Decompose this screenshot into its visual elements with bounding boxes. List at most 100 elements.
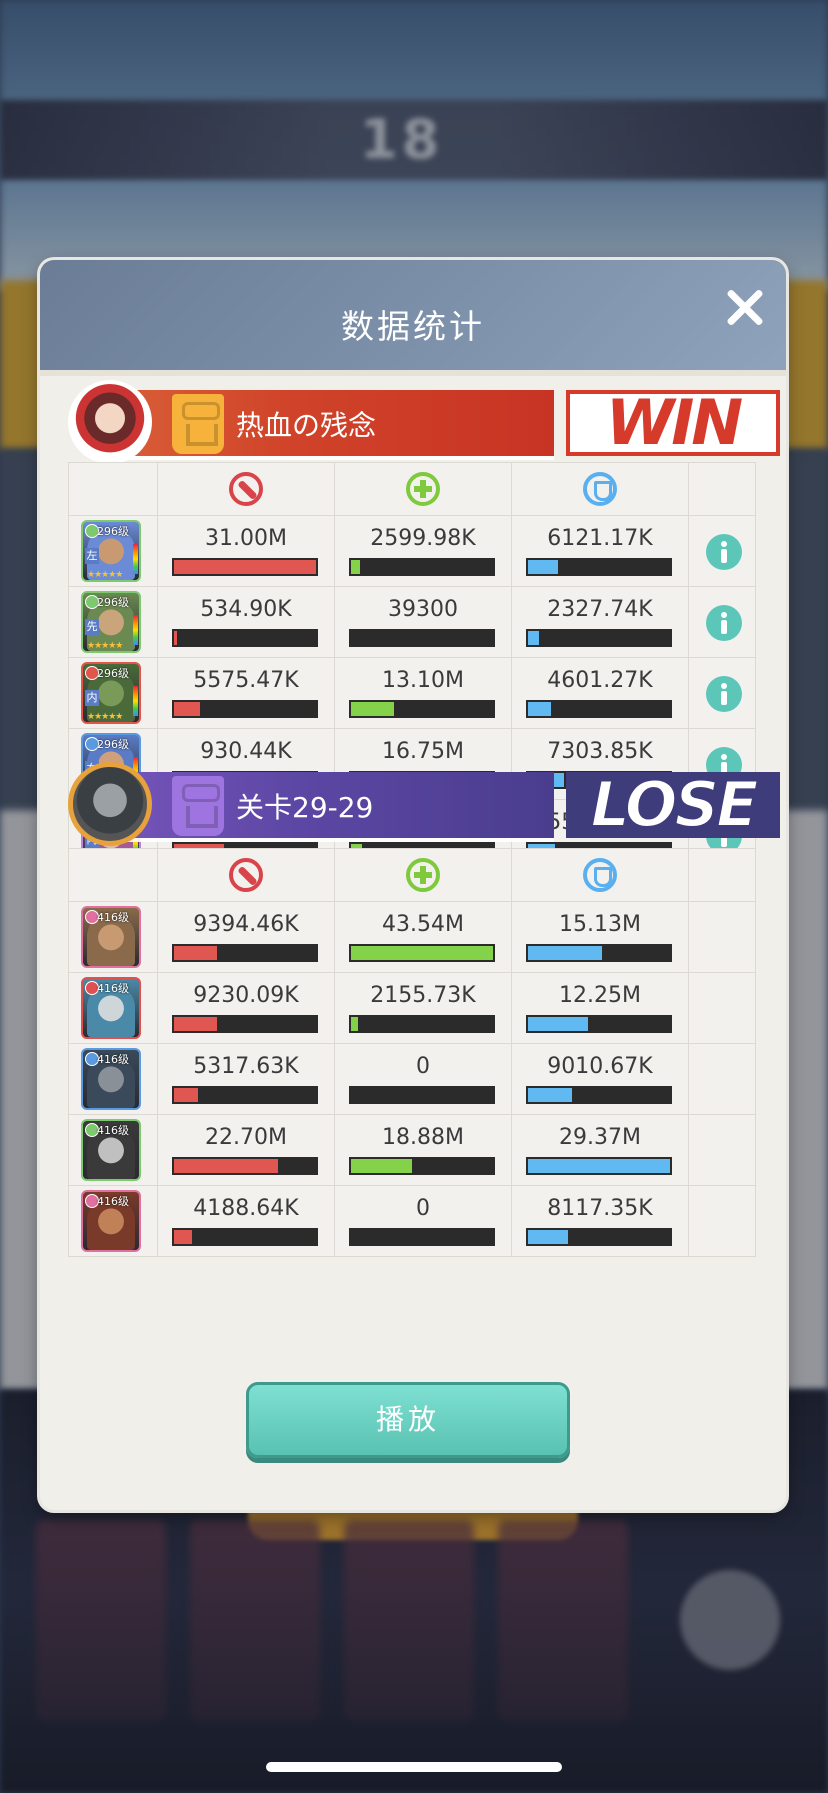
- bar-fill: [174, 1230, 193, 1244]
- hero-level: 416级: [97, 1195, 129, 1208]
- damage-bar: [172, 1228, 318, 1246]
- bar-fill: [174, 1017, 217, 1031]
- bar-fill: [351, 1017, 359, 1031]
- hero-portrait[interactable]: 296级左 ★★★★★: [81, 520, 141, 582]
- damage-bar: [172, 1086, 318, 1104]
- bar-fill: [174, 560, 316, 574]
- defense-bar: [526, 944, 672, 962]
- bar-fill: [351, 560, 360, 574]
- hero-rank-strip: [133, 544, 138, 574]
- bar-fill: [528, 1017, 588, 1031]
- info-icon[interactable]: [706, 676, 742, 712]
- heal-value: 39300: [388, 597, 458, 622]
- hero-rank-strip: [133, 615, 138, 645]
- table-row: 416级 9394.46K 43.54M 15.13M: [68, 901, 756, 973]
- hero-level: 416级: [97, 1053, 129, 1066]
- table-row: 296级内 ★★★★★ 5575.47K 13.10M 4601.27K: [68, 657, 756, 729]
- defense-bar: [526, 1086, 672, 1104]
- hero-level: 296级: [97, 525, 129, 538]
- defense-value: 9010.67K: [547, 1054, 653, 1079]
- info-icon[interactable]: [706, 534, 742, 570]
- stats-table-team2: 416级 9394.46K 43.54M 15.13M 416级 9230.09K 2155…: [68, 848, 756, 1257]
- bar-fill: [528, 1159, 670, 1173]
- table-row: 296级先 ★★★★★ 534.90K 39300 2327.74K: [68, 586, 756, 658]
- hero-rank-strip: [133, 686, 138, 716]
- defense-value: 7303.85K: [547, 739, 653, 764]
- team-flag-icon: [172, 776, 224, 836]
- heal-value: 0: [416, 1054, 430, 1079]
- defense-icon: [583, 858, 617, 892]
- hero-portrait[interactable]: 416级: [81, 1190, 141, 1252]
- table-row: 416级 9230.09K 2155.73K 12.25M: [68, 972, 756, 1044]
- damage-bar: [172, 944, 318, 962]
- bar-fill: [528, 1230, 568, 1244]
- hero-portrait[interactable]: 416级: [81, 1048, 141, 1110]
- defense-value: 15.13M: [559, 912, 641, 937]
- hero-position-tag: 左: [85, 548, 99, 564]
- bar-fill: [174, 631, 177, 645]
- result-badge-win: WIN: [566, 390, 780, 456]
- heal-bar: [349, 1228, 495, 1246]
- stats-dialog: 数据统计 热血の残念 WIN 296级左 ★★★★★ 31.00M 2599.98K 6…: [40, 260, 786, 1510]
- stats-header-row: [68, 462, 756, 516]
- bar-fill: [351, 1159, 413, 1173]
- close-icon[interactable]: [720, 282, 770, 332]
- home-indicator[interactable]: [266, 1762, 562, 1772]
- hero-stars-icon: ★★★★★: [87, 641, 123, 651]
- bar-fill: [174, 702, 200, 716]
- bar-fill: [174, 1159, 278, 1173]
- heal-bar: [349, 1086, 495, 1104]
- heal-value: 16.75M: [382, 739, 464, 764]
- info-icon[interactable]: [706, 605, 742, 641]
- hero-portrait[interactable]: 416级: [81, 1119, 141, 1181]
- defense-bar: [526, 629, 672, 647]
- table-row: 296级左 ★★★★★ 31.00M 2599.98K 6121.17K: [68, 515, 756, 587]
- play-button[interactable]: 播放: [246, 1382, 570, 1458]
- heal-bar: [349, 558, 495, 576]
- damage-icon: [229, 472, 263, 506]
- hero-portrait[interactable]: 416级: [81, 906, 141, 968]
- defense-value: 8117.35K: [547, 1196, 653, 1221]
- team-name: 热血の残念: [236, 409, 377, 442]
- heal-icon: [406, 858, 440, 892]
- team-flag-icon: [172, 394, 224, 454]
- bar-fill: [174, 946, 217, 960]
- damage-value: 9230.09K: [193, 983, 299, 1008]
- defense-bar: [526, 1015, 672, 1033]
- bar-fill: [351, 702, 394, 716]
- hero-level: 416级: [97, 982, 129, 995]
- hero-portrait[interactable]: 416级: [81, 977, 141, 1039]
- hero-level: 296级: [97, 596, 129, 609]
- dialog-header: 数据统计: [40, 260, 786, 376]
- defense-bar: [526, 700, 672, 718]
- team-name: 关卡29-29: [236, 791, 374, 824]
- hero-stars-icon: ★★★★★: [87, 712, 123, 722]
- damage-bar: [172, 1015, 318, 1033]
- damage-value: 5317.63K: [193, 1054, 299, 1079]
- damage-bar: [172, 1157, 318, 1175]
- heal-value: 13.10M: [382, 668, 464, 693]
- damage-value: 22.70M: [205, 1125, 287, 1150]
- bar-fill: [528, 1088, 573, 1102]
- table-row: 416级 4188.64K 0 8117.35K: [68, 1185, 756, 1257]
- hero-level: 296级: [97, 738, 129, 751]
- damage-value: 930.44K: [200, 739, 292, 764]
- enemy-avatar: [68, 762, 152, 846]
- dialog-title: 数据统计: [341, 307, 485, 346]
- defense-value: 12.25M: [559, 983, 641, 1008]
- heal-value: 18.88M: [382, 1125, 464, 1150]
- defense-bar: [526, 1228, 672, 1246]
- player-avatar: [68, 380, 152, 464]
- hero-portrait[interactable]: 296级先 ★★★★★: [81, 591, 141, 653]
- heal-bar: [349, 700, 495, 718]
- hero-position-tag: 内: [85, 690, 99, 706]
- result-badge-lose: LOSE: [566, 771, 780, 839]
- bar-fill: [528, 560, 558, 574]
- table-row: 416级 5317.63K 0 9010.67K: [68, 1043, 756, 1115]
- heal-icon: [406, 472, 440, 506]
- hero-portrait[interactable]: 296级内 ★★★★★: [81, 662, 141, 724]
- heal-bar: [349, 629, 495, 647]
- heal-bar: [349, 1157, 495, 1175]
- damage-bar: [172, 700, 318, 718]
- defense-bar: [526, 558, 672, 576]
